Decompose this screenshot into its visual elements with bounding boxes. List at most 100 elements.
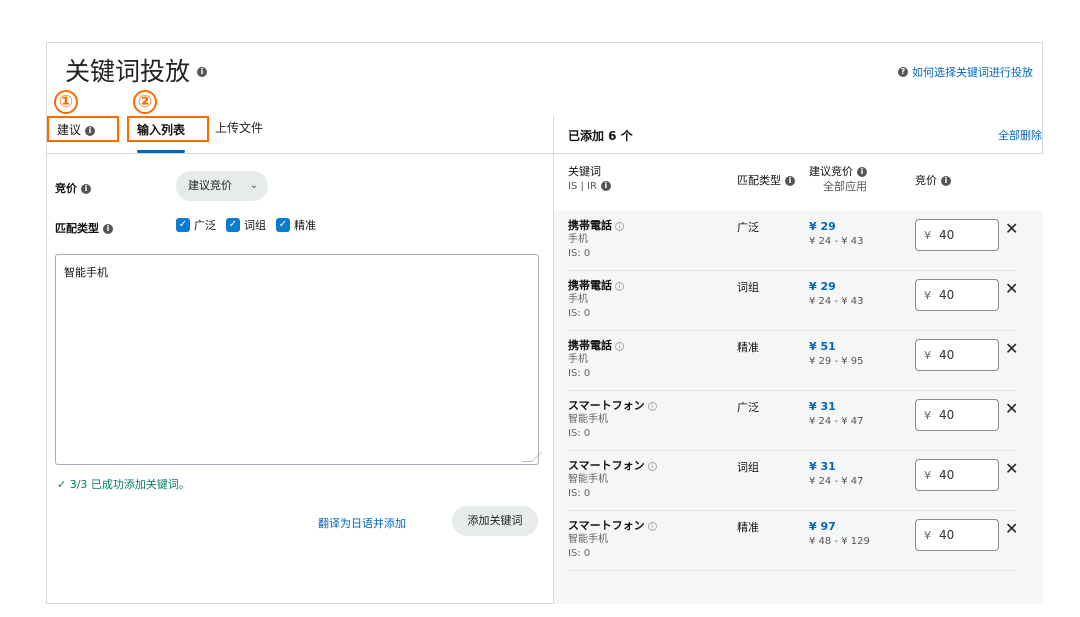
add-keywords-button[interactable]: 添加关键词 — [452, 506, 538, 536]
chevron-down-icon: ⌄ — [249, 180, 258, 191]
added-keywords-list: 携帯電話 i 手机 IS: 0 广泛 ¥ 29 ¥ 24 - ¥ 43 ¥40 ✕ 携帯… — [554, 211, 1043, 604]
info-icon: i — [85, 125, 96, 136]
match-phrase-checkbox[interactable]: ✓ 词组 — [226, 217, 266, 233]
row-translation: 智能手机 — [568, 414, 608, 425]
row-match-type: 词组 — [737, 281, 759, 294]
question-icon: ? — [898, 67, 908, 77]
checkmark-icon: ✓ — [176, 218, 190, 232]
info-icon: i — [615, 342, 624, 351]
success-message-text: 3/3 已成功添加关键词。 — [69, 478, 190, 491]
tab-input-list-label: 输入列表 — [137, 123, 186, 137]
match-type-options: ✓ 广泛 ✓ 词组 ✓ 精准 — [176, 217, 316, 233]
row-bid-input[interactable]: ¥40 — [915, 219, 999, 251]
tab-upload-file[interactable]: 上传文件 — [207, 116, 297, 142]
close-icon[interactable]: ✕ — [1005, 279, 1018, 298]
keyword-input[interactable]: 智能手机 — [55, 254, 539, 465]
table-header: 关键词 IS | IR i 匹配类型 i 建议竞价 i 全部应用 竞价 i — [554, 154, 1043, 211]
info-icon: i — [647, 402, 657, 411]
info-icon: i — [785, 176, 795, 186]
row-keyword: スマートフォン — [568, 459, 645, 472]
column-match-label: 匹配类型 — [737, 174, 781, 187]
close-icon[interactable]: ✕ — [1005, 459, 1018, 478]
tab-input-list[interactable]: 输入列表 — [127, 116, 209, 142]
info-icon[interactable]: i — [197, 67, 207, 77]
row-impression-share: IS: 0 — [568, 248, 591, 259]
row-suggested-bid[interactable]: ¥ 31 — [809, 459, 864, 474]
row-match-type: 广泛 — [737, 221, 759, 234]
row-suggested-bid[interactable]: ¥ 29 — [809, 219, 864, 234]
row-suggested-bid[interactable]: ¥ 97 — [809, 519, 870, 534]
close-icon[interactable]: ✕ — [1005, 339, 1018, 358]
currency-symbol: ¥ — [924, 529, 931, 542]
match-broad-checkbox[interactable]: ✓ 广泛 — [176, 217, 216, 233]
row-bid-value: 40 — [939, 408, 955, 422]
row-bid-input[interactable]: ¥40 — [915, 399, 999, 431]
row-translation: 手机 — [568, 234, 588, 245]
info-icon: i — [941, 176, 951, 186]
info-icon: i — [600, 181, 611, 191]
close-icon[interactable]: ✕ — [1005, 219, 1018, 238]
info-icon: i — [647, 462, 657, 471]
column-keyword-label: 关键词 — [568, 165, 601, 178]
column-keyword: 关键词 IS | IR i — [568, 164, 611, 194]
row-bid-input[interactable]: ¥40 — [915, 279, 999, 311]
translate-and-add-link[interactable]: 翻译为日语并添加 — [318, 515, 406, 531]
tab-suggestions-label: 建议 — [57, 123, 82, 137]
page-title: 关键词投放 — [65, 57, 191, 86]
delete-all-link[interactable]: 全部删除 — [998, 127, 1042, 143]
bid-strategy-select[interactable]: 建议竞价 ⌄ — [176, 171, 268, 201]
bid-label: 竞价 i — [55, 180, 91, 196]
currency-symbol: ¥ — [924, 289, 931, 302]
row-suggested-bid[interactable]: ¥ 51 — [809, 339, 864, 354]
close-icon[interactable]: ✕ — [1005, 519, 1018, 538]
currency-symbol: ¥ — [924, 349, 931, 362]
row-match-type: 广泛 — [737, 401, 759, 414]
annotation-marker-1: ① — [54, 90, 78, 114]
row-suggested-bid[interactable]: ¥ 31 — [809, 399, 864, 414]
row-translation: 智能手机 — [568, 474, 608, 485]
currency-symbol: ¥ — [924, 409, 931, 422]
match-broad-label: 广泛 — [194, 219, 216, 232]
apply-all-link[interactable]: 全部应用 — [809, 179, 867, 194]
added-count: 已添加 6 个 — [568, 129, 633, 143]
help-link[interactable]: ? 如何选择关键词进行投放 — [898, 64, 1033, 80]
tab-suggestions[interactable]: 建议 i — [47, 116, 119, 142]
info-icon: i — [103, 224, 113, 234]
info-icon: i — [615, 222, 624, 231]
match-type-label: 匹配类型 i — [55, 220, 113, 236]
added-keywords-header: 已添加 6 个 全部删除 — [554, 116, 1042, 154]
bid-strategy-value: 建议竞价 — [188, 179, 232, 192]
close-icon[interactable]: ✕ — [1005, 399, 1018, 418]
match-phrase-label: 词组 — [244, 219, 266, 232]
row-bid-range: ¥ 24 - ¥ 47 — [809, 416, 864, 427]
column-bid-label: 竞价 — [915, 174, 937, 187]
row-suggested-bid[interactable]: ¥ 29 — [809, 279, 864, 294]
row-bid-input[interactable]: ¥40 — [915, 459, 999, 491]
table-row: スマートフォン i 智能手机 IS: 0 广泛 ¥ 31 ¥ 24 - ¥ 47 ¥40… — [568, 391, 1018, 451]
row-impression-share: IS: 0 — [568, 548, 591, 559]
match-exact-label: 精准 — [294, 219, 316, 232]
row-keyword: 携帯電話 — [568, 339, 612, 352]
success-message: ✓ 3/3 已成功添加关键词。 — [57, 478, 190, 491]
row-bid-value: 40 — [939, 528, 955, 542]
currency-symbol: ¥ — [924, 229, 931, 242]
row-bid-input[interactable]: ¥40 — [915, 339, 999, 371]
table-row: 携帯電話 i 手机 IS: 0 精准 ¥ 51 ¥ 29 - ¥ 95 ¥40 ✕ — [568, 331, 1018, 391]
table-row: 携帯電話 i 手机 IS: 0 词组 ¥ 29 ¥ 24 - ¥ 43 ¥40 ✕ — [568, 271, 1018, 331]
tab-bar: 建议 i 输入列表 上传文件 — [47, 116, 553, 154]
row-match-type: 词组 — [737, 461, 759, 474]
row-bid-value: 40 — [939, 468, 955, 482]
table-row: 携帯電話 i 手机 IS: 0 广泛 ¥ 29 ¥ 24 - ¥ 43 ¥40 ✕ — [568, 211, 1018, 271]
row-bid-input[interactable]: ¥40 — [915, 519, 999, 551]
bid-label-text: 竞价 — [55, 182, 77, 195]
row-translation: 手机 — [568, 354, 588, 365]
row-translation: 智能手机 — [568, 534, 608, 545]
column-suggested-label: 建议竞价 — [809, 165, 853, 178]
match-exact-checkbox[interactable]: ✓ 精准 — [276, 217, 316, 233]
row-impression-share: IS: 0 — [568, 308, 591, 319]
row-bid-value: 40 — [939, 348, 955, 362]
column-match-type: 匹配类型 i — [737, 172, 795, 188]
row-impression-share: IS: 0 — [568, 368, 591, 379]
table-row: スマートフォン i 智能手机 IS: 0 精准 ¥ 97 ¥ 48 - ¥ 129 ¥4… — [568, 511, 1018, 571]
info-icon: i — [615, 282, 624, 291]
